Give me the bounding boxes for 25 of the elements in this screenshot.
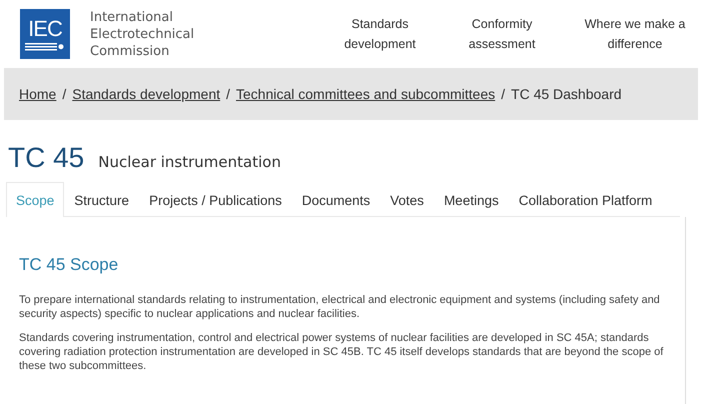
committee-code: TC 45 [8,142,84,174]
breadcrumb-link[interactable]: Technical committees and subcommittees [236,86,496,102]
breadcrumb-separator: / [62,86,66,102]
organization-name: International [90,8,174,26]
iec-logo[interactable]: IEC [20,9,70,59]
tab[interactable]: Structure [64,182,140,216]
nav-link[interactable]: Standards development [332,14,428,54]
nav-link[interactable]: Where we make a difference [576,14,694,54]
tab[interactable]: Collaboration Platform [508,182,662,216]
tab[interactable]: Documents [292,182,380,216]
tab[interactable]: Votes [380,182,434,216]
breadcrumb-separator: / [226,86,230,102]
organization-name: Commission [90,42,170,60]
tab[interactable]: Meetings [434,182,509,216]
paragraph: To prepare international standards relating to instrumentation, electrical and electronic equipment and systems (including safety and security aspects) specific to nuclear applications and nuclear facilities. [19,293,661,321]
breadcrumb-separator: / [501,86,506,102]
organization-name: Electrotechnical [90,26,194,42]
nav-link[interactable]: Conformity assessment [454,14,550,54]
committee-name: Nuclear instrumentation [98,153,281,171]
paragraph: Standards covering instrumentation, control and electrical power systems of nuclear facilities are developed in SC 45A; standards covering radiation protection instrumentation are developed in SC 45B. TC 45 itself develops standards that are beyond the scope of these two subcommittees. [19,331,664,373]
breadcrumb-current: TC 45 Dashboard [511,86,622,102]
section-heading: TC 45 Scope [19,255,120,275]
tab[interactable]: Projects / Publications [139,182,292,216]
breadcrumb-link[interactable]: Standards development [72,86,220,102]
breadcrumb-link[interactable]: Home [19,86,56,102]
